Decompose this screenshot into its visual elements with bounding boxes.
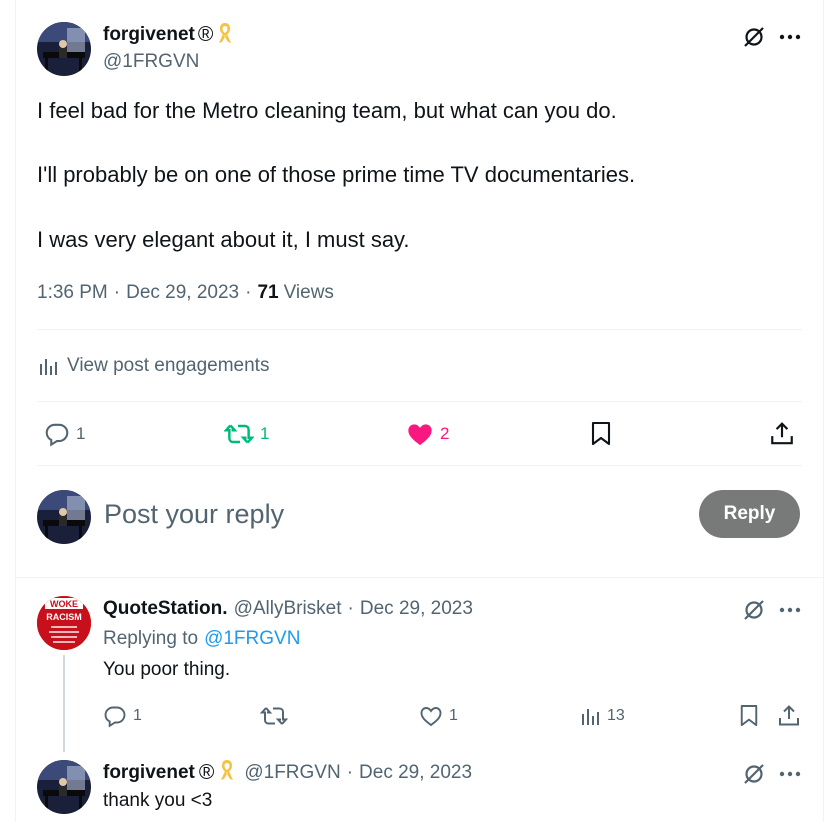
reply-action[interactable]: 1 (44, 420, 85, 448)
repost-count: 1 (260, 424, 270, 443)
reply1-heart-icon (420, 707, 442, 727)
avatar-text-racism: RACISM (46, 612, 82, 622)
post-date[interactable]: Dec 29, 2023 (126, 282, 239, 304)
thread-line (63, 655, 65, 752)
reply1-bookmark-icon[interactable] (737, 703, 761, 729)
views-stat: 71 Views (257, 282, 333, 304)
reply1-analytics-icon (582, 709, 599, 725)
like-count: 2 (440, 424, 450, 443)
meta-separator: · (245, 282, 252, 303)
reply1-date[interactable]: Dec 29, 2023 (360, 598, 473, 620)
post-paragraph-1: I feel bad for the Metro cleaning team, … (37, 98, 617, 123)
reply1-reply-action[interactable]: 1 (103, 703, 142, 729)
replying-to: Replying to @1FRGVN (103, 628, 300, 650)
reply1-views-count: 13 (607, 707, 625, 724)
avatar-text-woke: WOKE (50, 599, 78, 609)
more-options-icon[interactable] (776, 24, 804, 50)
reply1-more-options-icon[interactable] (776, 597, 804, 623)
author-name[interactable]: forgivenet (103, 24, 195, 46)
view-engagements-label: View post engagements (67, 355, 270, 376)
registered-mark: ® (197, 23, 214, 46)
analytics-icon (40, 359, 57, 375)
reply2-handle[interactable]: @1FRGVN (244, 762, 340, 784)
post-paragraph-3: I was very elegant about it, I must say. (37, 227, 410, 252)
reply1-views-action[interactable]: 13 (579, 703, 625, 729)
heart-icon (408, 424, 432, 446)
author-avatar[interactable] (37, 22, 91, 76)
reply2-text: thank you <3 (103, 790, 213, 811)
reply1-handle[interactable]: @AllyBrisket (234, 598, 342, 620)
reply1-grok-icon[interactable] (740, 597, 768, 623)
like-action[interactable]: 2 (406, 420, 449, 448)
views-label: Views (283, 282, 334, 303)
reply2-avatar[interactable] (37, 760, 91, 814)
reply2-header: forgivenet ® @1FRGVN · Dec 29, 2023 (103, 760, 472, 786)
quotestation-avatar[interactable]: WOKE RACISM (37, 596, 91, 650)
reply-count: 1 (76, 424, 86, 443)
post-meta: 1:36 PM · Dec 29, 2023 · 71 Views (37, 282, 334, 304)
reply-button[interactable]: Reply (699, 490, 800, 538)
reply1-reply-icon (104, 706, 126, 728)
divider (37, 401, 802, 402)
divider (16, 577, 824, 578)
reply1-like-count: 1 (449, 707, 458, 724)
reply1-separator: · (347, 598, 354, 619)
divider (37, 465, 802, 466)
grok-icon[interactable] (740, 24, 768, 50)
bookmark-icon[interactable] (588, 420, 614, 448)
author-handle[interactable]: @1FRGVN (103, 51, 199, 73)
meta-separator: · (113, 282, 121, 303)
reply1-repost-action[interactable] (260, 703, 288, 729)
reply-composer-input[interactable]: Post your reply (104, 496, 284, 532)
post-paragraph-2: I'll probably be on one of those prime t… (37, 162, 636, 187)
reply1-text: You poor thing. (103, 659, 231, 680)
share-icon[interactable] (768, 420, 796, 448)
replying-to-label: Replying to (103, 628, 199, 649)
post-time[interactable]: 1:36 PM (37, 282, 108, 304)
repost-action[interactable]: 1 (224, 420, 269, 448)
reply1-author-name[interactable]: QuoteStation. (103, 598, 228, 620)
repost-icon (224, 424, 254, 444)
composer-avatar[interactable] (37, 490, 91, 544)
reply1-like-action[interactable]: 1 (419, 703, 458, 729)
reply2-more-options-icon[interactable] (776, 761, 804, 787)
view-engagements-link[interactable]: View post engagements (37, 350, 269, 382)
divider (37, 329, 802, 330)
reply-icon (45, 423, 69, 447)
replying-to-handle[interactable]: @1FRGVN (204, 628, 300, 650)
reply1-reply-count: 1 (133, 707, 142, 724)
ribbon-icon (216, 21, 234, 50)
author-name-row: forgivenet ® (103, 22, 234, 48)
reply1-share-icon[interactable] (776, 703, 802, 729)
reply1-repost-icon (260, 707, 288, 725)
reply2-grok-icon[interactable] (740, 761, 768, 787)
reply2-author-name[interactable]: forgivenet (103, 762, 195, 784)
reply2-date[interactable]: Dec 29, 2023 (359, 762, 472, 784)
views-count: 71 (257, 282, 279, 303)
reply2-registered-mark: ® (198, 761, 215, 784)
reply1-header: QuoteStation. @AllyBrisket · Dec 29, 202… (103, 597, 473, 621)
reply2-ribbon-icon (218, 758, 236, 788)
reply2-separator: · (346, 762, 354, 783)
